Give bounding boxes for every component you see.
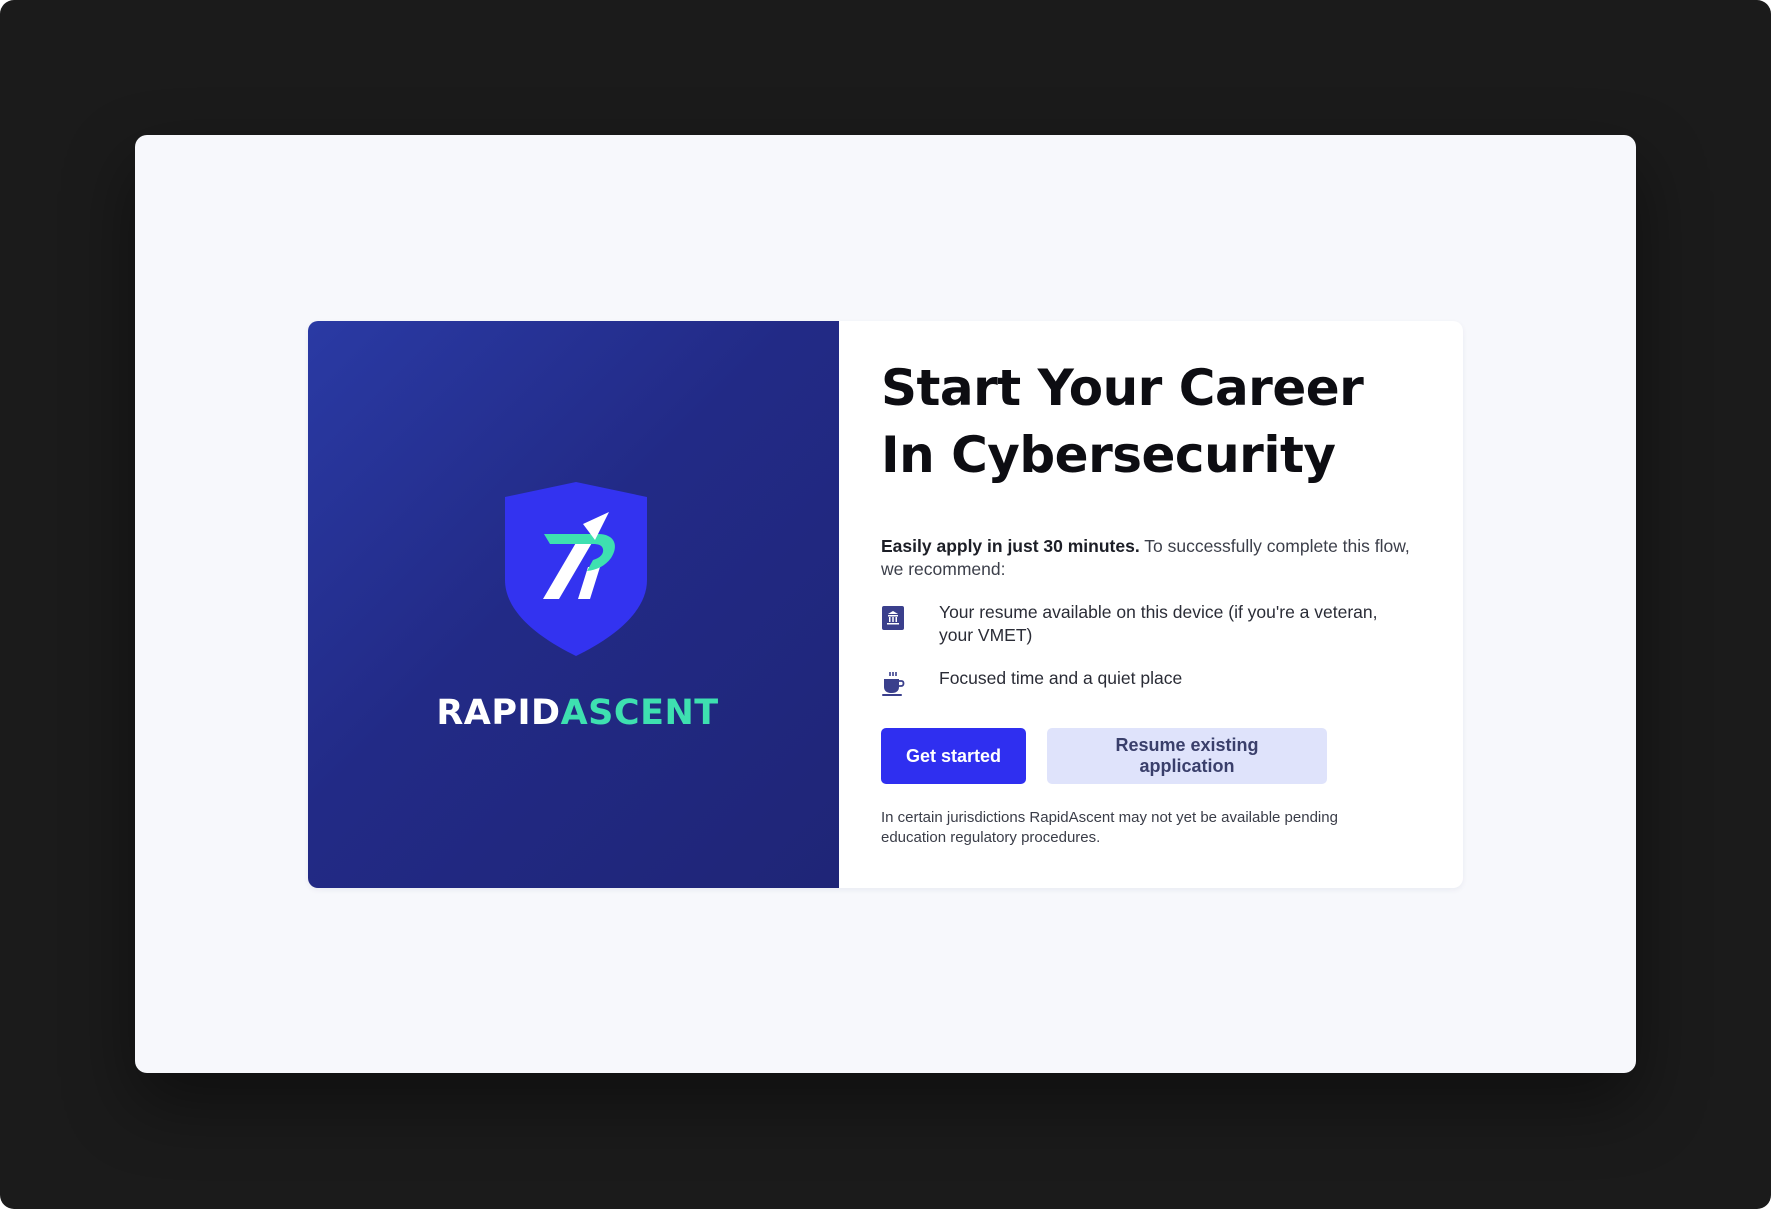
- shield-logo-icon: [505, 482, 647, 656]
- brand-wordmark: RAPIDASCENT: [308, 693, 847, 733]
- brand-name-rapid: RAPID: [436, 693, 561, 733]
- app-screen: RAPIDASCENT Start Your Career In Cyberse…: [135, 135, 1636, 1073]
- page-title: Start Your Career In Cybersecurity: [881, 359, 1364, 484]
- recommendation-list: Your resume available on this device (if…: [881, 601, 1421, 697]
- document-icon: [882, 606, 904, 630]
- recommendation-text: Focused time and a quiet place: [939, 668, 1183, 688]
- intro-bold: Easily apply in just 30 minutes.: [881, 536, 1140, 556]
- list-item: Focused time and a quiet place: [881, 667, 1421, 697]
- action-buttons: Get started Resume existing application: [881, 728, 1421, 784]
- list-item: Your resume available on this device (if…: [881, 601, 1421, 647]
- device-frame: RAPIDASCENT Start Your Career In Cyberse…: [0, 0, 1771, 1209]
- brand-panel: RAPIDASCENT: [308, 321, 839, 888]
- intro-text: Easily apply in just 30 minutes. To succ…: [881, 535, 1421, 581]
- content-panel: Start Your Career In Cybersecurity Easil…: [839, 321, 1463, 888]
- disclaimer-text: In certain jurisdictions RapidAscent may…: [881, 809, 1338, 846]
- coffee-cup-icon: [882, 672, 905, 696]
- resume-application-button[interactable]: Resume existing application: [1047, 728, 1327, 784]
- welcome-card: RAPIDASCENT Start Your Career In Cyberse…: [308, 321, 1463, 888]
- get-started-button[interactable]: Get started: [881, 728, 1026, 784]
- brand-name-ascent: ASCENT: [560, 693, 719, 733]
- recommendation-text: Your resume available on this device (if…: [939, 602, 1378, 645]
